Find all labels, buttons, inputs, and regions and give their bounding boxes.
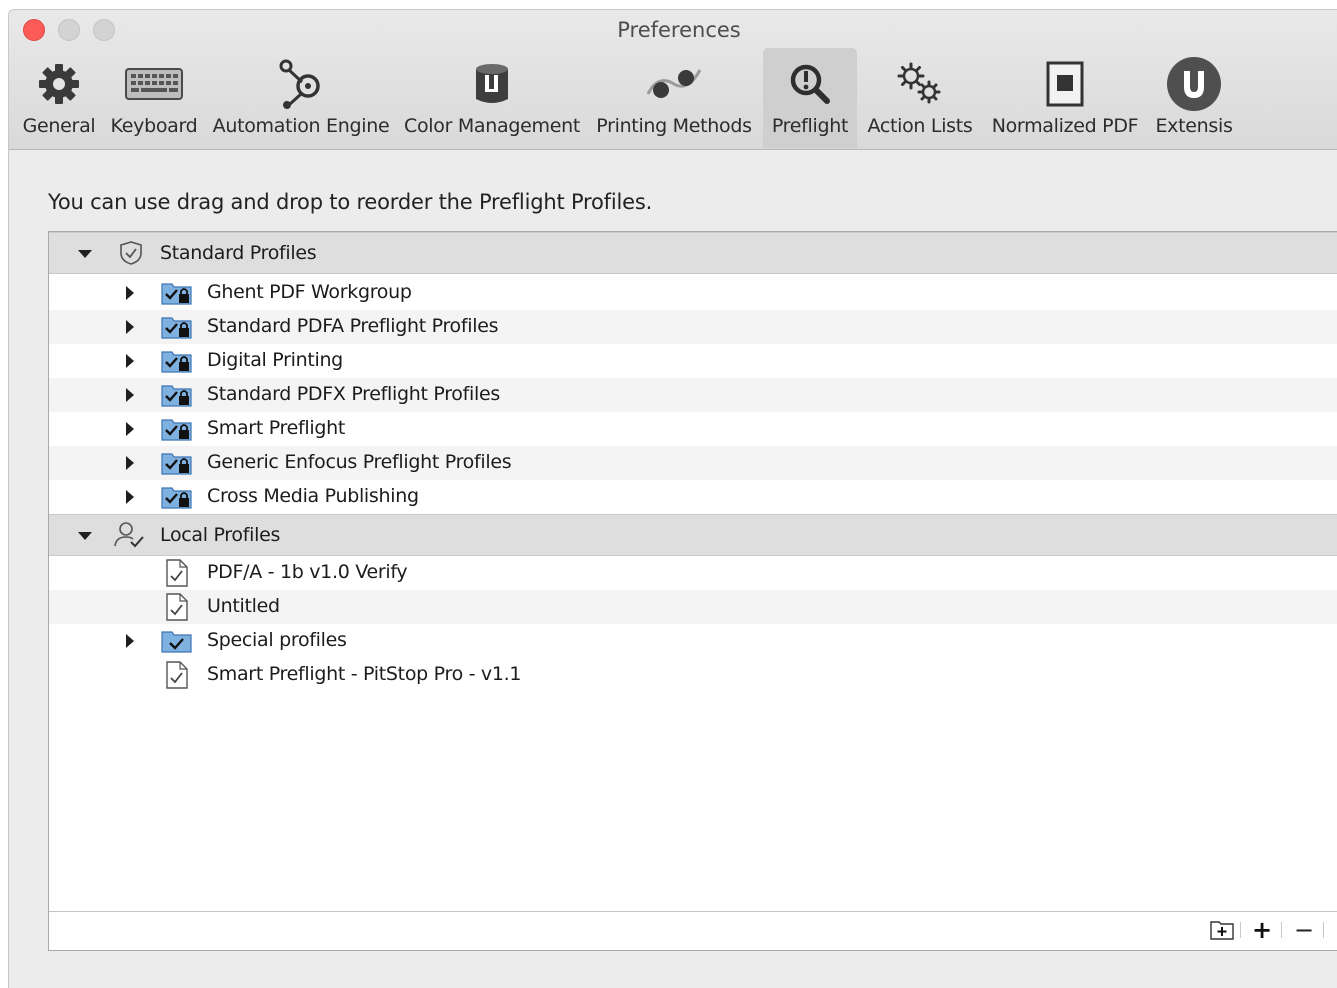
drag-drop-hint: You can use drag and drop to reorder the… (48, 190, 653, 214)
list-item[interactable]: PDF/A - 1b v1.0 Verify (49, 556, 1337, 590)
tab-label: Color Management (403, 115, 580, 137)
printing-methods-icon (644, 54, 704, 114)
tab-label: Preflight (771, 115, 849, 137)
item-label: Special profiles (207, 629, 347, 651)
document-check-icon (166, 593, 188, 621)
document-check-icon (166, 559, 188, 587)
disclosure-collapsed-icon[interactable] (126, 320, 134, 334)
list-item[interactable]: Digital Printing (49, 344, 1337, 378)
tab-general[interactable]: General (15, 48, 103, 148)
preflight-icon (780, 54, 840, 114)
normalized-pdf-icon (1035, 54, 1095, 114)
disclosure-expanded-icon[interactable] (78, 532, 92, 540)
automation-icon (271, 54, 331, 114)
tab-action-lists[interactable]: Action Lists (861, 48, 979, 148)
divider (1323, 922, 1324, 938)
locked-folder-icon (161, 487, 192, 509)
group-label: Standard Profiles (160, 242, 317, 264)
divider (1240, 922, 1241, 938)
tab-normalized-pdf[interactable]: Normalized PDF (985, 48, 1145, 148)
item-label: Generic Enfocus Preflight Profiles (207, 451, 512, 473)
document-check-icon (166, 661, 188, 689)
disclosure-collapsed-icon[interactable] (126, 456, 134, 470)
tab-color-management[interactable]: Color Management (399, 48, 585, 148)
list-item[interactable]: Ghent PDF Workgroup (49, 276, 1337, 310)
group-local-profiles[interactable]: Local Profiles (49, 514, 1337, 556)
locked-folder-icon (161, 453, 192, 475)
remove-button[interactable]: − (1291, 916, 1317, 944)
locked-folder-icon (161, 283, 192, 305)
tab-keyboard[interactable]: Keyboard (107, 48, 201, 148)
add-button[interactable]: + (1249, 916, 1275, 944)
item-label: Digital Printing (207, 349, 343, 371)
add-folder-button[interactable] (1209, 917, 1235, 943)
window-title: Preferences (617, 18, 741, 42)
disclosure-expanded-icon[interactable] (78, 250, 92, 258)
gear-icon (29, 54, 89, 114)
disclosure-collapsed-icon[interactable] (126, 388, 134, 402)
list-item[interactable]: Generic Enfocus Preflight Profiles (49, 446, 1337, 480)
tab-label: Action Lists (867, 115, 973, 137)
action-lists-icon (890, 54, 950, 114)
extensis-icon (1164, 54, 1224, 114)
locked-folder-icon (161, 419, 192, 441)
tab-label: Extensis (1155, 115, 1233, 137)
locked-folder-icon (161, 317, 192, 339)
item-label: Standard PDFX Preflight Profiles (207, 383, 500, 405)
item-label: Smart Preflight (207, 417, 346, 439)
disclosure-collapsed-icon[interactable] (126, 490, 134, 504)
user-check-icon (114, 522, 144, 548)
list-item[interactable]: Standard PDFX Preflight Profiles (49, 378, 1337, 412)
list-item[interactable]: Special profiles (49, 624, 1337, 658)
tab-preflight[interactable]: Preflight (763, 48, 857, 148)
item-label: Cross Media Publishing (207, 485, 419, 507)
disclosure-collapsed-icon[interactable] (126, 286, 134, 300)
preferences-window: Preferences General Keyboard Automation … (8, 9, 1337, 988)
tab-printing-methods[interactable]: Printing Methods (593, 48, 755, 148)
disclosure-collapsed-icon[interactable] (126, 354, 134, 368)
tab-label: Printing Methods (596, 115, 752, 137)
item-label: Untitled (207, 595, 280, 617)
locked-folder-icon (161, 351, 192, 373)
outline-button-bar: + − (49, 911, 1337, 950)
locked-folder-icon (161, 385, 192, 407)
item-label: PDF/A - 1b v1.0 Verify (207, 561, 408, 583)
folder-check-icon (161, 631, 192, 653)
group-standard-profiles[interactable]: Standard Profiles (49, 232, 1337, 274)
list-item[interactable]: Untitled (49, 590, 1337, 624)
group-label: Local Profiles (160, 524, 281, 546)
tab-label: Normalized PDF (991, 115, 1139, 137)
item-label: Smart Preflight - PitStop Pro - v1.1 (207, 663, 522, 685)
tab-label: Keyboard (110, 115, 198, 137)
item-label: Ghent PDF Workgroup (207, 281, 412, 303)
color-management-icon (462, 54, 522, 114)
tab-automation-engine[interactable]: Automation Engine (209, 48, 393, 148)
profiles-outline: Standard Profiles Ghent PDF Workgroup St… (48, 231, 1337, 951)
item-label: Standard PDFA Preflight Profiles (207, 315, 499, 337)
list-item[interactable]: Standard PDFA Preflight Profiles (49, 310, 1337, 344)
shield-check-icon (120, 241, 142, 265)
disclosure-collapsed-icon[interactable] (126, 634, 134, 648)
new-folder-icon (1210, 921, 1234, 940)
list-item[interactable]: Smart Preflight - PitStop Pro - v1.1 (49, 658, 1337, 692)
tab-extensis[interactable]: Extensis (1151, 48, 1237, 148)
keyboard-icon (124, 54, 184, 114)
tab-label: Automation Engine (212, 115, 390, 137)
tab-label: General (22, 115, 96, 137)
list-item[interactable]: Cross Media Publishing (49, 480, 1337, 514)
title-bar: Preferences General Keyboard Automation … (9, 10, 1337, 150)
list-item[interactable]: Smart Preflight (49, 412, 1337, 446)
divider (1281, 922, 1282, 938)
disclosure-collapsed-icon[interactable] (126, 422, 134, 436)
